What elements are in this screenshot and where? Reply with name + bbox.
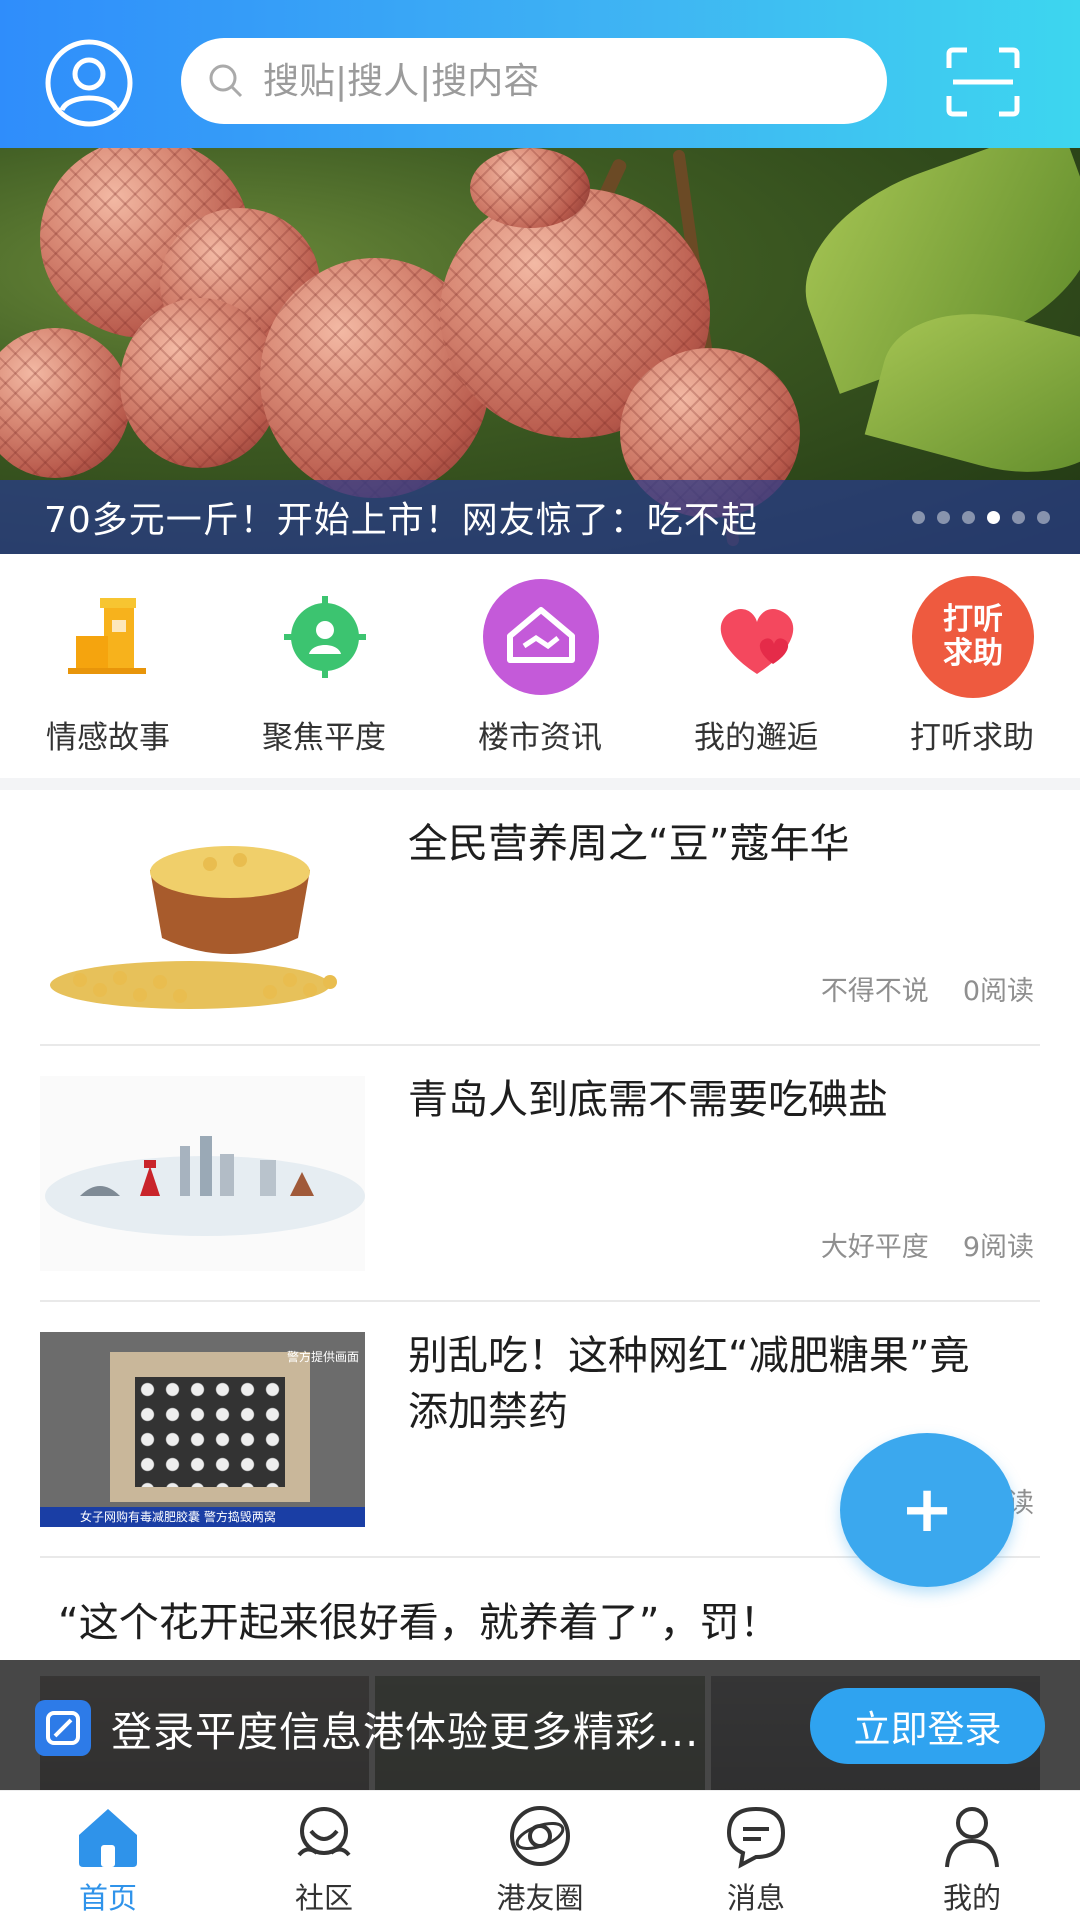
create-post-fab[interactable]: + bbox=[840, 1433, 1014, 1587]
section-divider bbox=[0, 778, 1080, 790]
ask-help-badge-line1: 打听 bbox=[943, 602, 1003, 637]
login-now-button[interactable]: 立即登录 bbox=[810, 1688, 1045, 1764]
message-icon bbox=[726, 1806, 786, 1869]
article-item[interactable]: 全民营养周之“豆”蔻年华 不得不说 0阅读 bbox=[40, 790, 1040, 1046]
login-prompt-text: 登录平度信息港体验更多精彩... bbox=[111, 1708, 700, 1756]
user-circle-icon bbox=[45, 39, 133, 127]
profile-icon bbox=[945, 1807, 999, 1868]
carousel-dot-active[interactable] bbox=[987, 511, 1000, 524]
banner-carousel[interactable]: 70多元一斤！开始上市！网友惊了：吃不起 bbox=[0, 148, 1080, 554]
scan-button[interactable] bbox=[945, 46, 1021, 118]
tab-friends-circle[interactable]: 港友圈 bbox=[432, 1791, 648, 1920]
article-thumbnail-soybeans bbox=[40, 820, 365, 1015]
tab-home[interactable]: 首页 bbox=[0, 1791, 216, 1920]
article-title[interactable]: 青岛人到底需不需要吃碘盐 bbox=[408, 1072, 1008, 1128]
tab-community[interactable]: 社区 bbox=[216, 1791, 432, 1920]
tab-profile[interactable]: 我的 bbox=[864, 1791, 1080, 1920]
hearts-icon bbox=[696, 576, 818, 698]
tab-label: 港友圈 bbox=[496, 1881, 584, 1915]
carousel-dot[interactable] bbox=[937, 511, 950, 524]
carousel-indicator bbox=[912, 511, 1050, 524]
top-header bbox=[0, 0, 1080, 148]
quick-nav-label: 聚焦平度 bbox=[262, 720, 386, 756]
quick-nav-label: 我的邂逅 bbox=[694, 720, 818, 756]
community-icon bbox=[297, 1807, 351, 1857]
tab-label: 社区 bbox=[294, 1881, 353, 1915]
thumb-bottles bbox=[135, 1377, 285, 1487]
article-title[interactable]: “这个花开起来很好看，就养着了”，罚！ bbox=[58, 1590, 779, 1648]
thumb-tag: 警方提供画面 bbox=[286, 1350, 359, 1364]
ask-help-badge-line2: 求助 bbox=[943, 636, 1003, 671]
article-thumbnail-qingdao-skyline bbox=[40, 1076, 365, 1271]
quick-nav-item-my-encounter[interactable]: 我的邂逅 bbox=[648, 554, 864, 778]
article-source[interactable]: 大好平度 bbox=[821, 1225, 929, 1264]
search-input[interactable] bbox=[263, 60, 823, 102]
article-item[interactable]: 青岛人到底需不需要吃碘盐 大好平度 9阅读 bbox=[40, 1046, 1040, 1302]
target-person-icon bbox=[264, 576, 386, 698]
article-title[interactable]: 全民营养周之“豆”蔻年华 bbox=[408, 816, 1008, 872]
article-read-count: 0阅读 bbox=[962, 976, 1034, 1007]
quick-nav-item-ask-help[interactable]: 打听 求助 打听求助 bbox=[864, 554, 1080, 778]
quick-nav-label: 楼市资讯 bbox=[478, 720, 602, 756]
ask-help-badge-icon: 打听 求助 bbox=[912, 576, 1034, 698]
building-icon bbox=[48, 576, 170, 698]
banner-caption: 70多元一斤！开始上市！网友惊了：吃不起 bbox=[44, 500, 758, 541]
search-bar[interactable] bbox=[181, 38, 887, 124]
search-icon bbox=[209, 64, 243, 98]
bottom-tab-bar: 首页 社区 港友圈 消息 我的 bbox=[0, 1790, 1080, 1920]
quick-nav-item-focus-pingdu[interactable]: 聚焦平度 bbox=[216, 554, 432, 778]
article-thumbnail-diet-candy: 警方提供画面 女子网购有毒减肥胶囊 警方捣毁两窝 bbox=[40, 1332, 365, 1527]
house-handshake-icon bbox=[480, 576, 602, 698]
article-title[interactable]: 别乱吃！这种网红“减肥糖果”竟添加禁药 bbox=[408, 1328, 1008, 1440]
thumb-caption: 女子网购有毒减肥胶囊 警方捣毁两窝 bbox=[40, 1507, 365, 1527]
banner-lychee bbox=[0, 328, 130, 478]
banner-lychee bbox=[470, 148, 590, 228]
quick-nav: 情感故事 聚焦平度 楼市资讯 我的邂逅 打听 求助 打听求助 bbox=[0, 554, 1080, 778]
article-meta: 不得不说 0阅读 bbox=[821, 969, 1034, 1008]
carousel-dot[interactable] bbox=[962, 511, 975, 524]
carousel-dot[interactable] bbox=[912, 511, 925, 524]
quick-nav-item-property-news[interactable]: 楼市资讯 bbox=[432, 554, 648, 778]
tab-label: 我的 bbox=[942, 1881, 1001, 1915]
quick-nav-item-emotion-stories[interactable]: 情感故事 bbox=[0, 554, 216, 778]
banner-lychee bbox=[120, 298, 280, 468]
app-logo-icon bbox=[35, 1700, 91, 1756]
login-prompt-bar: 登录平度信息港体验更多精彩... 立即登录 bbox=[0, 1660, 1080, 1790]
carousel-dot[interactable] bbox=[1012, 511, 1025, 524]
scan-icon bbox=[946, 47, 1020, 117]
tab-label: 首页 bbox=[78, 1881, 137, 1915]
plus-icon: + bbox=[900, 1473, 954, 1547]
article-read-count: 9阅读 bbox=[962, 1232, 1034, 1263]
tab-messages[interactable]: 消息 bbox=[648, 1791, 864, 1920]
planet-icon bbox=[510, 1806, 570, 1866]
tab-label: 消息 bbox=[726, 1881, 785, 1915]
quick-nav-label: 情感故事 bbox=[46, 720, 170, 756]
carousel-dot[interactable] bbox=[1037, 511, 1050, 524]
home-icon bbox=[79, 1809, 137, 1867]
user-avatar-button[interactable] bbox=[44, 38, 134, 128]
article-source[interactable]: 不得不说 bbox=[821, 969, 929, 1008]
article-meta: 大好平度 9阅读 bbox=[821, 1225, 1034, 1264]
quick-nav-label: 打听求助 bbox=[910, 720, 1034, 756]
